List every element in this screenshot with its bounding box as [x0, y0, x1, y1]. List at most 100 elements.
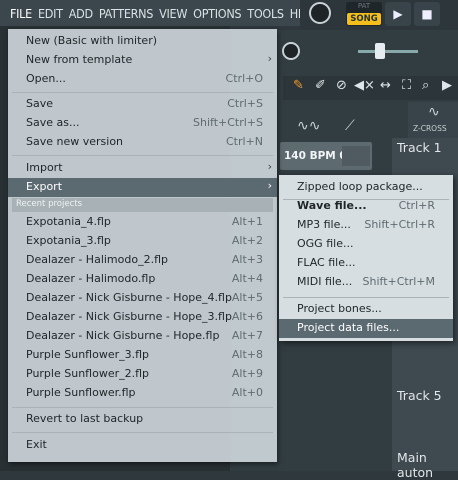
menu-item-shortcut: Shift+Ctrl+R [364, 218, 435, 231]
audio-wave-icon[interactable]: ∿∿ [297, 118, 320, 134]
slip-tool-icon[interactable]: ↔ [380, 78, 391, 93]
zcross-wave-icon: ∿ [428, 104, 440, 120]
menu-item-label: New from template [26, 53, 133, 66]
menu-separator [12, 407, 273, 408]
menu-item-new[interactable]: New (Basic with limiter) [8, 32, 277, 51]
export-midi-file[interactable]: MIDI file... Shift+Ctrl+M [279, 273, 453, 292]
menu-item-shortcut: Alt+4 [231, 272, 263, 285]
draw-tool-icon[interactable]: ✎ [293, 78, 304, 93]
export-wave-file[interactable]: Wave file... Ctrl+R [279, 197, 453, 216]
menu-view[interactable]: VIEW [159, 6, 187, 21]
recent-project-item[interactable]: Purple Sunflower_3.flp Alt+8 [8, 346, 277, 365]
main-menubar: FILE EDIT ADD PATTERNS VIEW OPTIONS TOOL… [0, 0, 317, 26]
menu-tools[interactable]: TOOLS [247, 6, 284, 21]
menu-separator [12, 92, 273, 93]
menu-patterns[interactable]: PATTERNS [99, 6, 154, 21]
delete-tool-icon[interactable]: ⊘ [336, 78, 347, 93]
menu-item-shortcut: Alt+8 [231, 348, 263, 361]
menu-item-label: MIDI file... [297, 275, 353, 288]
menu-item-shortcut: Ctrl+N [225, 135, 263, 148]
recent-project-item[interactable]: Dealazer - Halimodo_2.flp Alt+3 [8, 251, 277, 270]
export-ogg-file[interactable]: OGG file... [279, 235, 453, 254]
pat-song-toggle[interactable]: PAT SONG [346, 2, 382, 26]
recent-project-item[interactable]: Dealazer - Nick Gisburne - Hope.flp Alt+… [8, 327, 277, 346]
menu-item-label: Open... [26, 72, 66, 85]
select-tool-icon[interactable]: ⛶ [402, 78, 411, 93]
zoom-tool-icon[interactable]: ⌕ [422, 78, 429, 93]
track-1-label[interactable]: Track 1 [397, 140, 442, 155]
paint-tool-icon[interactable]: ✐ [315, 78, 326, 93]
stop-icon: ■ [421, 7, 433, 21]
menu-item-label: Purple Sunflower_2.flp [26, 367, 150, 380]
menu-item-label: Project data files... [297, 321, 400, 334]
zcross-label[interactable]: Z-CROSS [413, 124, 447, 133]
recent-project-item[interactable]: Purple Sunflower.flp Alt+0 [8, 384, 277, 403]
chevron-right-icon: › [267, 179, 272, 192]
menu-item-shortcut: Ctrl+R [398, 199, 435, 212]
menu-file[interactable]: FILE [10, 6, 32, 21]
automation-icon[interactable]: ⟋ [345, 118, 355, 134]
recent-project-item[interactable]: Dealazer - Nick Gisburne - Hope_4.flp Al… [8, 289, 277, 308]
main-automation-label[interactable]: Main auton [397, 450, 458, 480]
recent-project-item[interactable]: Expotania_3.flp Alt+2 [8, 232, 277, 251]
recent-project-item[interactable]: Dealazer - Halimodo.flp Alt+4 [8, 270, 277, 289]
menu-separator [12, 155, 273, 156]
menu-item-exit[interactable]: Exit [8, 436, 277, 455]
export-mp3-file[interactable]: MP3 file... Shift+Ctrl+R [279, 216, 453, 235]
track-5-label[interactable]: Track 5 [397, 388, 442, 403]
stop-button[interactable]: ■ [414, 2, 440, 26]
recent-projects-label: Recent projects [16, 199, 83, 209]
menu-item-save-new-version[interactable]: Save new version Ctrl+N [8, 133, 277, 152]
menu-item-save-as[interactable]: Save as... Shift+Ctrl+S [8, 114, 277, 133]
menu-options[interactable]: OPTIONS [193, 6, 241, 21]
menu-item-label: Exit [26, 438, 47, 451]
menu-edit[interactable]: EDIT [38, 6, 63, 21]
recent-project-item[interactable]: Purple Sunflower_2.flp Alt+9 [8, 365, 277, 384]
export-project-bones[interactable]: Project bones... [279, 300, 453, 319]
play-button[interactable]: ▶ [385, 2, 411, 26]
menu-item-label: OGG file... [297, 237, 354, 250]
pitch-slider-handle[interactable] [375, 43, 385, 59]
menu-item-save[interactable]: Save Ctrl+S [8, 95, 277, 114]
export-submenu: Zipped loop package... Wave file... Ctrl… [279, 175, 453, 341]
file-menu: New (Basic with limiter) New from templa… [8, 29, 277, 462]
menu-item-open[interactable]: Open... Ctrl+O [8, 70, 277, 89]
menu-item-label: Dealazer - Nick Gisburne - Hope_4.flp [26, 291, 232, 304]
menu-item-label: Expotania_4.flp [26, 215, 111, 228]
recent-projects-header: Recent projects [12, 198, 273, 212]
menu-item-label: Save as... [26, 116, 80, 129]
mute-tool-icon[interactable]: ◀× [354, 78, 375, 93]
chevron-right-icon: › [267, 52, 272, 65]
playback-tool-icon[interactable]: ▶ [442, 78, 452, 93]
menu-item-shortcut: Shift+Ctrl+S [193, 116, 263, 129]
menu-item-label: Export [26, 180, 63, 193]
menu-item-label: Project bones... [297, 302, 382, 315]
menu-item-shortcut: Alt+6 [231, 310, 263, 323]
menu-item-shortcut: Alt+2 [231, 234, 263, 247]
menu-item-shortcut: Alt+1 [231, 215, 263, 228]
menu-item-label: Import [26, 161, 63, 174]
menu-item-new-from-template[interactable]: New from template › [8, 51, 277, 70]
menu-item-shortcut: Alt+3 [231, 253, 263, 266]
menu-item-label: New (Basic with limiter) [26, 34, 158, 47]
menu-add[interactable]: ADD [69, 6, 93, 21]
menu-item-revert[interactable]: Revert to last backup [8, 410, 277, 429]
menu-item-import[interactable]: Import › [8, 159, 277, 178]
song-label: SONG [347, 13, 381, 25]
export-project-data-files[interactable]: Project data files... [279, 319, 453, 338]
menu-item-label: Revert to last backup [26, 412, 144, 425]
menu-item-shortcut: Alt+9 [231, 367, 263, 380]
master-volume-knob[interactable] [309, 2, 331, 24]
menu-item-label: Dealazer - Halimodo_2.flp [26, 253, 168, 266]
menu-item-shortcut: Alt+0 [231, 386, 263, 399]
export-flac-file[interactable]: FLAC file... [279, 254, 453, 273]
recent-project-item[interactable]: Expotania_4.flp Alt+1 [8, 213, 277, 232]
export-zipped-loop[interactable]: Zipped loop package... [279, 178, 453, 197]
recent-project-item[interactable]: Dealazer - Nick Gisburne - Hope_3.flp Al… [8, 308, 277, 327]
mixer-knob[interactable] [282, 42, 300, 60]
menu-item-export[interactable]: Export › [8, 178, 277, 197]
clip-waveform [342, 146, 370, 166]
menu-item-label: Wave file... [297, 199, 367, 212]
menu-item-label: Dealazer - Halimodo.flp [26, 272, 156, 285]
menu-item-label: Save new version [26, 135, 124, 148]
